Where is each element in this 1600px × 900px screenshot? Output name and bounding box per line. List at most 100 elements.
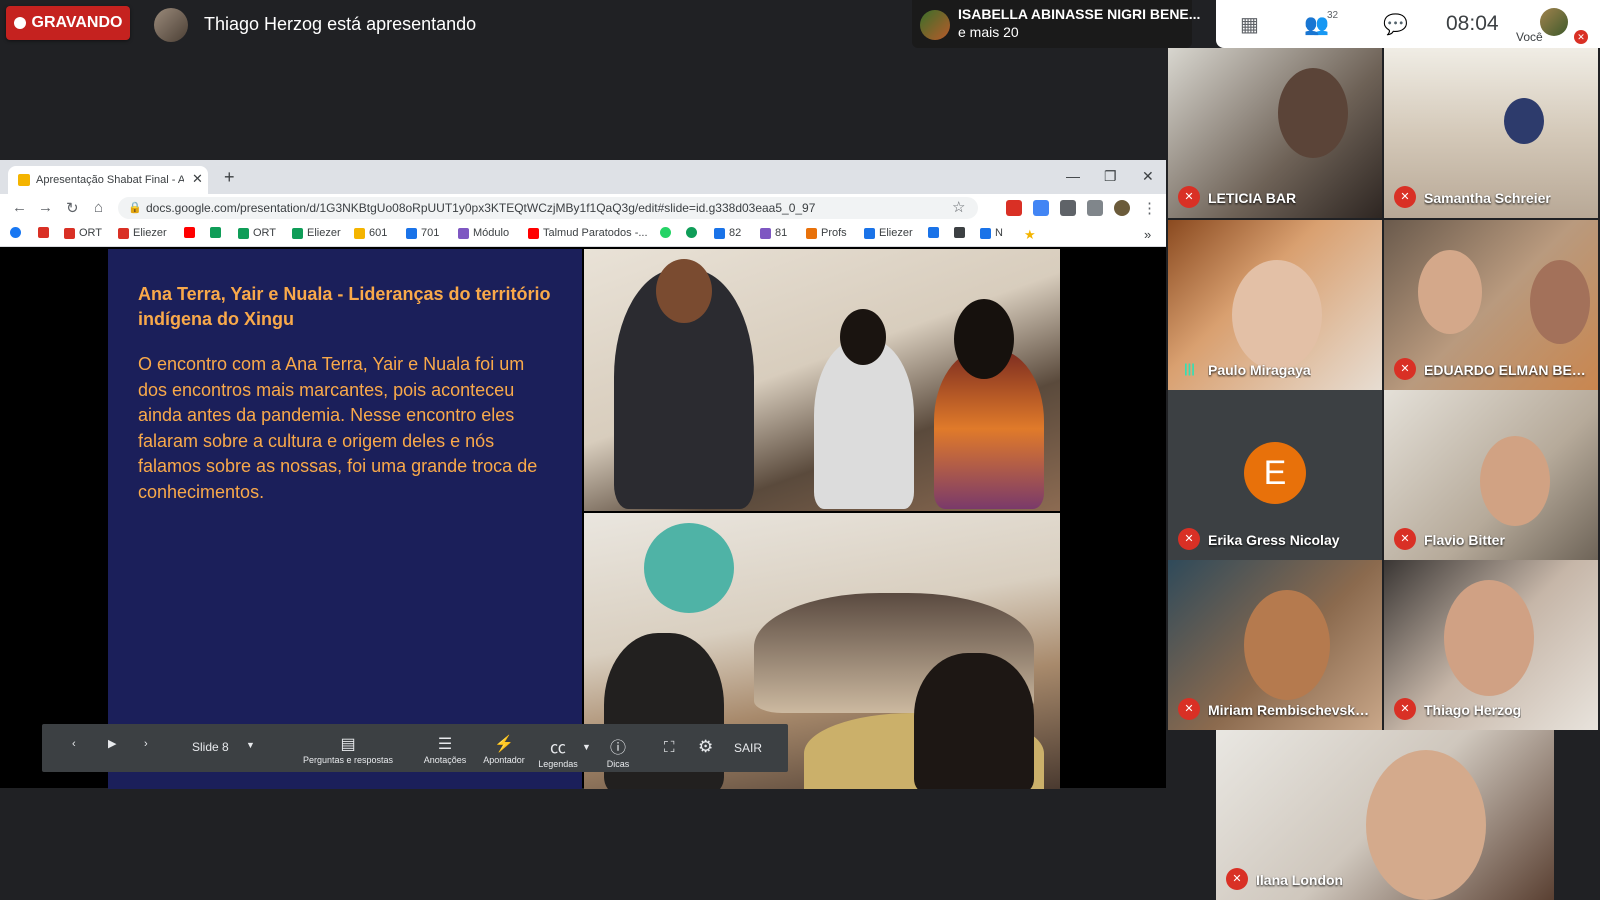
chat-icon[interactable]: 💬 [1383,12,1408,37]
bookmark-item[interactable] [210,227,225,238]
layout-grid-icon[interactable]: ▦ [1240,12,1259,37]
captions-dropdown-icon[interactable]: ▼ [582,742,591,752]
next-slide-icon[interactable]: › [144,738,148,750]
bookmark-item[interactable]: Módulo [458,227,509,239]
participant-tile[interactable]: ✕ Samantha Schreier [1384,48,1598,218]
previous-slide-icon[interactable]: ‹ [72,738,76,750]
bookmark-star-icon[interactable]: ☆ [952,198,965,216]
presentation-controls [42,724,788,772]
url-text[interactable]: docs.google.com/presentation/d/1G3NKBtgU… [146,201,815,215]
notes-button[interactable]: ☰ Anotações [420,734,470,766]
slide-title: Ana Terra, Yair e Nuala - Lideranças do … [138,284,551,329]
captions-icon: ㏄ [549,740,566,757]
bookmark-item[interactable] [928,227,943,238]
bookmark-item[interactable]: ORT [64,227,102,239]
mic-muted-icon: ✕ [1178,186,1200,208]
participant-tile[interactable]: ✕ Miriam Rembischevski ... [1168,560,1382,730]
recording-dot-icon [13,17,26,29]
participant-tile[interactable]: ✕ LETICIA BAR [1168,48,1382,218]
captions-button[interactable]: ㏄ Legendas [534,734,582,770]
active-speaker-avatar [920,10,950,40]
mic-muted-icon: ✕ [1178,698,1200,720]
mic-muted-icon: ✕ [1394,698,1416,720]
bookmark-item[interactable]: Eliezer [118,227,167,239]
bookmark-item[interactable]: N [980,227,1003,239]
home-icon[interactable]: ⌂ [94,199,103,216]
bookmark-item[interactable]: Eliezer [864,227,913,239]
tab-close-icon[interactable]: ✕ [192,171,203,187]
info-icon: ⓘ [609,740,626,757]
bookmark-item[interactable]: 81 [760,227,787,239]
slide-selector[interactable]: Slide 8 [192,740,229,754]
fullscreen-icon[interactable]: ⛶ [664,739,675,756]
bookmark-item[interactable]: Eliezer [292,227,341,239]
back-icon[interactable]: ← [12,199,27,216]
bookmark-item[interactable]: Profs [806,227,847,239]
tab-title: Apresentação Shabat Final - Apre [36,174,184,186]
bookmark-item[interactable]: ORT [238,227,276,239]
bookmark-item[interactable] [38,227,53,238]
self-avatar[interactable] [1540,8,1568,36]
pointer-button[interactable]: ⚡ Apontador [476,734,532,766]
slide-dropdown-icon[interactable]: ▼ [246,740,255,750]
participant-name: LETICIA BAR [1208,190,1297,206]
restore-icon[interactable]: ❐ [1104,168,1117,185]
gmail-extension-icon[interactable] [1006,200,1022,216]
slide-photo-guests [584,249,1060,511]
bookmark-item[interactable] [954,227,969,238]
participants-icon[interactable]: 👥 [1304,12,1329,37]
translate-extension-icon[interactable] [1033,200,1049,216]
qa-button[interactable]: ▤ Perguntas e respostas [286,734,410,766]
new-tab-icon[interactable]: + [224,167,235,188]
bookmark-item[interactable]: 601 [354,227,387,239]
mic-muted-icon: ✕ [1394,358,1416,380]
participant-name: Erika Gress Nicolay [1208,532,1340,548]
play-icon[interactable]: ▶ [108,737,116,750]
participant-name: Miriam Rembischevski ... [1208,702,1372,718]
bookmark-item[interactable] [686,227,701,238]
participant-tile[interactable]: E ✕ Erika Gress Nicolay [1168,390,1382,560]
bookmark-item[interactable] [184,227,199,238]
reload-icon[interactable]: ↻ [66,199,79,217]
participant-tile[interactable]: ✕ Ilana London [1216,730,1554,900]
reading-list-icon[interactable] [1087,200,1103,216]
active-speaker-name: ISABELLA ABINASSE NIGRI BENE... [958,6,1201,22]
exit-button[interactable]: SAIR [734,741,762,755]
window-close-icon[interactable]: ✕ [1142,168,1154,185]
bookmark-item[interactable]: 701 [406,227,439,239]
profile-avatar-icon[interactable] [1114,200,1130,216]
tips-button[interactable]: ⓘ Dicas [600,734,636,770]
active-speaker-more: e mais 20 [958,24,1019,40]
participant-tile[interactable]: ✕ Thiago Herzog [1384,560,1598,730]
participant-name: Paulo Miragaya [1208,362,1311,378]
participant-tile[interactable]: ✕ EDUARDO ELMAN BEIL... [1384,220,1598,390]
participant-avatar: E [1244,442,1306,504]
participant-tile[interactable]: ✕ Flavio Bitter [1384,390,1598,560]
lock-icon[interactable]: 🔒 [128,201,142,214]
participant-name: Ilana London [1256,872,1344,888]
extensions-puzzle-icon[interactable] [1060,200,1076,216]
bookmark-item[interactable]: 82 [714,227,741,239]
mic-muted-icon: ✕ [1178,528,1200,550]
minimize-icon[interactable]: — [1066,168,1080,184]
settings-gear-icon[interactable]: ⚙ [698,737,713,757]
mic-muted-icon: ✕ [1226,868,1248,890]
recording-badge: GRAVANDO [6,6,130,40]
star-bookmark-icon[interactable]: ★ [1024,227,1036,243]
forward-icon[interactable]: → [38,199,53,216]
self-mic-muted-icon: ✕ [1574,30,1588,44]
meeting-time: 08:04 [1446,12,1499,35]
bookmark-item[interactable] [660,227,675,238]
participant-tile[interactable]: ||| Paulo Miragaya [1168,220,1382,390]
participant-name: Flavio Bitter [1424,532,1505,548]
notes-icon: ☰ [437,736,453,753]
more-bookmarks-icon[interactable]: » [1144,227,1151,242]
presenter-status: Thiago Herzog está apresentando [204,14,477,34]
browser-menu-icon[interactable]: ⋮ [1142,199,1157,217]
presenter-avatar [154,8,188,42]
pointer-icon: ⚡ [494,736,514,753]
bookmark-item[interactable] [10,227,25,238]
participant-count: 32 [1327,10,1339,21]
slide-body: O encontro com a Ana Terra, Yair e Nuala… [138,354,538,502]
bookmark-item[interactable]: Talmud Paratodos -... [528,227,648,239]
